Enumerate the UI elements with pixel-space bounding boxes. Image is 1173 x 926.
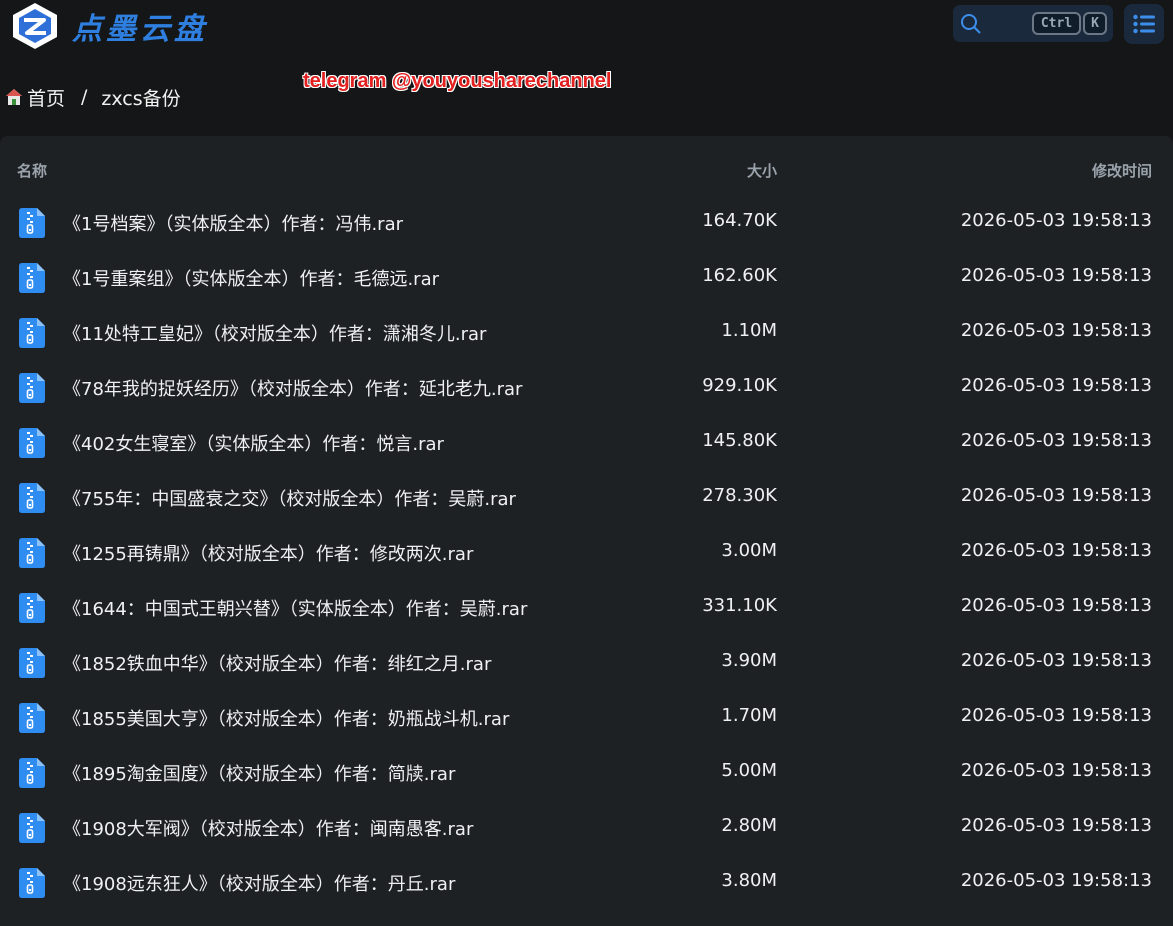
file-name[interactable]: 《1号档案》（实体版全本）作者：冯伟.rar [63, 210, 403, 236]
file-row[interactable]: 《1908大军阀》（校对版全本）作者：闽南愚客.rar 2.80M 2026-05-… [0, 800, 1173, 855]
column-header-name[interactable]: 名称 [17, 160, 47, 181]
search-icon [961, 14, 981, 34]
file-size: 929.10K [702, 375, 777, 396]
file-name[interactable]: 《78年我的捉妖经历》（校对版全本）作者：延北老九.rar [63, 375, 522, 401]
watermark-text: telegram @youyousharechannel [303, 70, 612, 92]
breadcrumb-current[interactable]: zxcs备份 [101, 84, 180, 111]
top-bar: 点墨云盘 Ctrl K [0, 0, 1173, 50]
archive-file-icon [19, 593, 45, 623]
file-row[interactable]: 《1852铁血中华》（校对版全本）作者：绯红之月.rar 3.90M 2026-05… [0, 635, 1173, 690]
file-size: 164.70K [702, 210, 777, 231]
archive-file-icon [19, 483, 45, 513]
archive-file-icon [19, 813, 45, 843]
file-size: 2.80M [721, 815, 777, 836]
file-name[interactable]: 《1908远东狂人》（校对版全本）作者：丹丘.rar [63, 870, 455, 896]
file-modified-time: 2026-05-03 19:58:13 [960, 210, 1152, 231]
file-row[interactable]: 《402女生寝室》（实体版全本）作者：悦言.rar 145.80K 2026-05-… [0, 415, 1173, 470]
breadcrumb: 首页 / zxcs备份 [5, 84, 181, 110]
file-size: 5.00M [721, 760, 777, 781]
list-menu-icon [1133, 14, 1155, 34]
file-row[interactable]: 《1644：中国式王朝兴替》（实体版全本）作者：吴蔚.rar 331.10K 202… [0, 580, 1173, 635]
file-name[interactable]: 《1255再铸鼎》（校对版全本）作者：修改两次.rar [63, 540, 473, 566]
file-row[interactable]: 《1号重案组》（实体版全本）作者：毛德远.rar 162.60K 2026-05-0… [0, 250, 1173, 305]
file-size: 278.30K [702, 485, 777, 506]
archive-file-icon [19, 373, 45, 403]
file-row[interactable]: 《1255再铸鼎》（校对版全本）作者：修改两次.rar 3.00M 2026-05-… [0, 525, 1173, 580]
file-modified-time: 2026-05-03 19:58:13 [960, 485, 1152, 506]
file-row[interactable]: 《78年我的捉妖经历》（校对版全本）作者：延北老九.rar 929.10K 2026… [0, 360, 1173, 415]
file-modified-time: 2026-05-03 19:58:13 [960, 595, 1152, 616]
file-size: 3.90M [721, 650, 777, 671]
shortcut-k-key: K [1083, 12, 1107, 35]
menu-button[interactable] [1124, 4, 1164, 44]
shortcut-ctrl-key: Ctrl [1032, 12, 1081, 35]
file-size: 3.00M [721, 540, 777, 561]
file-name[interactable]: 《1号重案组》（实体版全本）作者：毛德远.rar [63, 265, 439, 291]
file-row[interactable]: 《1895淘金国度》（校对版全本）作者：简牍.rar 5.00M 2026-05-0… [0, 745, 1173, 800]
archive-file-icon [19, 868, 45, 898]
file-size: 3.80M [721, 870, 777, 891]
file-name[interactable]: 《1895淘金国度》（校对版全本）作者：简牍.rar [63, 760, 455, 786]
file-modified-time: 2026-05-03 19:58:13 [960, 760, 1152, 781]
file-name[interactable]: 《402女生寝室》（实体版全本）作者：悦言.rar [63, 430, 444, 456]
file-modified-time: 2026-05-03 19:58:13 [960, 540, 1152, 561]
column-header-size[interactable]: 大小 [747, 160, 777, 181]
breadcrumb-home[interactable]: 首页 [27, 84, 65, 111]
file-modified-time: 2026-05-03 19:58:13 [960, 430, 1152, 451]
file-list: 名称 大小 修改时间 《1号档案》（实体版全本）作者：冯伟.rar 164.70K… [0, 136, 1173, 926]
file-row[interactable]: 《1855美国大亨》（校对版全本）作者：奶瓶战斗机.rar 1.70M 2026-0… [0, 690, 1173, 745]
file-name[interactable]: 《755年：中国盛衰之交》（校对版全本）作者：吴蔚.rar [63, 485, 516, 511]
file-size: 1.70M [721, 705, 777, 726]
file-size: 1.10M [721, 320, 777, 341]
search-button[interactable]: Ctrl K [953, 5, 1113, 42]
file-name[interactable]: 《1908大军阀》（校对版全本）作者：闽南愚客.rar [63, 815, 473, 841]
archive-file-icon [19, 703, 45, 733]
column-header-modified[interactable]: 修改时间 [1092, 160, 1152, 181]
file-size: 162.60K [702, 265, 777, 286]
logo-text[interactable]: 点墨云盘 [72, 4, 208, 48]
archive-file-icon [19, 648, 45, 678]
archive-file-icon [19, 318, 45, 348]
archive-file-icon [19, 758, 45, 788]
file-modified-time: 2026-05-03 19:58:13 [960, 815, 1152, 836]
archive-file-icon [19, 208, 45, 238]
logo-icon[interactable] [10, 2, 60, 50]
file-size: 145.80K [702, 430, 777, 451]
archive-file-icon [19, 263, 45, 293]
file-row[interactable]: 《1908远东狂人》（校对版全本）作者：丹丘.rar 3.80M 2026-05-0… [0, 855, 1173, 910]
file-modified-time: 2026-05-03 19:58:13 [960, 650, 1152, 671]
file-name[interactable]: 《11处特工皇妃》（校对版全本）作者：潇湘冬儿.rar [63, 320, 486, 346]
file-modified-time: 2026-05-03 19:58:13 [960, 375, 1152, 396]
home-icon [6, 89, 22, 105]
file-modified-time: 2026-05-03 19:58:13 [960, 265, 1152, 286]
archive-file-icon [19, 428, 45, 458]
file-name[interactable]: 《1855美国大亨》（校对版全本）作者：奶瓶战斗机.rar [63, 705, 509, 731]
file-modified-time: 2026-05-03 19:58:13 [960, 320, 1152, 341]
file-size: 331.10K [702, 595, 777, 616]
breadcrumb-separator: / [81, 86, 88, 108]
file-row[interactable]: 《11处特工皇妃》（校对版全本）作者：潇湘冬儿.rar 1.10M 2026-05-… [0, 305, 1173, 360]
file-modified-time: 2026-05-03 19:58:13 [960, 870, 1152, 891]
archive-file-icon [19, 538, 45, 568]
file-row[interactable]: 《1号档案》（实体版全本）作者：冯伟.rar 164.70K 2026-05-03 … [0, 195, 1173, 250]
file-name[interactable]: 《1644：中国式王朝兴替》（实体版全本）作者：吴蔚.rar [63, 595, 527, 621]
file-row[interactable]: 《755年：中国盛衰之交》（校对版全本）作者：吴蔚.rar 278.30K 2026… [0, 470, 1173, 525]
file-modified-time: 2026-05-03 19:58:13 [960, 705, 1152, 726]
file-name[interactable]: 《1852铁血中华》（校对版全本）作者：绯红之月.rar [63, 650, 491, 676]
